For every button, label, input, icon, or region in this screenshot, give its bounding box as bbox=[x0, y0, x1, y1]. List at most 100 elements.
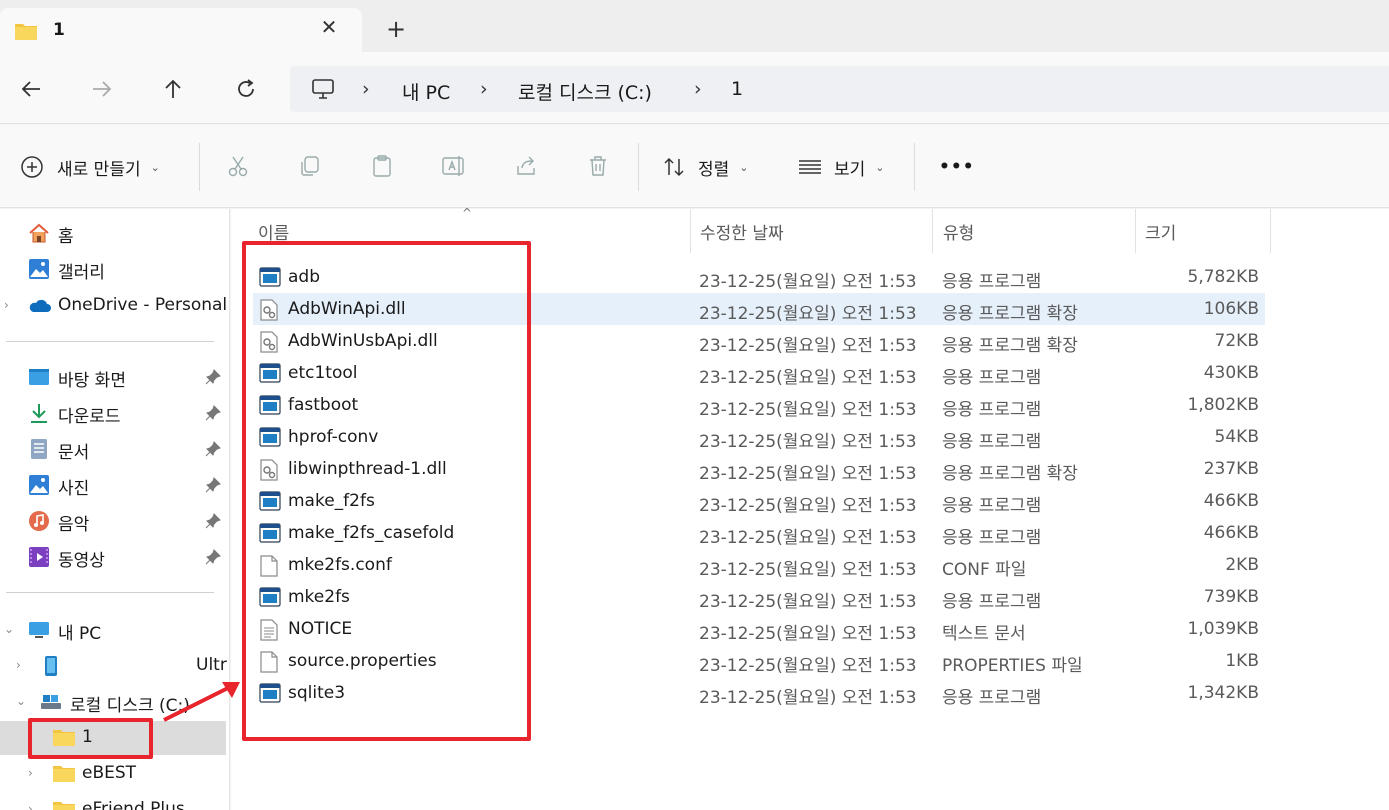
breadcrumb-local-disk[interactable]: 로컬 디스크 (C:) bbox=[518, 78, 652, 105]
file-type: 응용 프로그램 bbox=[942, 688, 1042, 708]
new-tab-button[interactable]: + bbox=[384, 17, 408, 41]
new-button[interactable]: 새로 만들기 ⌄ bbox=[20, 153, 160, 181]
pin-icon[interactable] bbox=[205, 405, 221, 421]
column-divider[interactable] bbox=[1135, 209, 1136, 253]
rename-icon[interactable] bbox=[441, 153, 467, 179]
column-divider[interactable] bbox=[690, 209, 691, 253]
chevron-right-icon[interactable]: › bbox=[28, 802, 33, 810]
view-button[interactable]: 보기 ⌄ bbox=[797, 153, 885, 181]
file-date: 23-12-25(월요일) 오전 1:53 bbox=[699, 432, 917, 452]
chevron-down-icon[interactable]: ⌄ bbox=[4, 622, 14, 636]
chevron-right-icon[interactable]: › bbox=[16, 658, 21, 672]
folder-icon bbox=[14, 21, 38, 45]
tab-current-folder[interactable]: 1 ✕ bbox=[0, 8, 362, 52]
chevron-down-icon: ⌄ bbox=[739, 160, 749, 174]
sidebar-item-my-pc[interactable]: ⌄ 내 PC bbox=[0, 613, 229, 647]
file-date: 23-12-25(월요일) 오전 1:53 bbox=[699, 688, 917, 708]
column-header-size[interactable]: 크기 bbox=[1145, 209, 1176, 253]
file-type: 응용 프로그램 확장 bbox=[942, 304, 1078, 324]
file-size: 1,802KB bbox=[1187, 395, 1259, 415]
pictures-icon bbox=[28, 474, 50, 496]
column-divider[interactable] bbox=[932, 209, 933, 253]
refresh-icon[interactable] bbox=[233, 76, 259, 102]
breadcrumb-separator: › bbox=[480, 78, 488, 100]
new-button-label: 새로 만들기 bbox=[57, 159, 141, 180]
divider bbox=[914, 143, 915, 191]
chevron-down-icon[interactable]: ⌄ bbox=[16, 694, 26, 708]
file-type: 응용 프로그램 bbox=[942, 400, 1042, 420]
column-divider[interactable] bbox=[1270, 209, 1271, 253]
file-type: 응용 프로그램 bbox=[942, 368, 1042, 388]
sidebar-item-desktop[interactable]: 바탕 화면 bbox=[0, 360, 229, 394]
chevron-right-icon[interactable]: › bbox=[4, 298, 9, 312]
view-list-icon bbox=[799, 160, 821, 174]
sidebar-item-gallery[interactable]: 갤러리 bbox=[0, 252, 229, 286]
sidebar-item-documents[interactable]: 문서 bbox=[0, 432, 229, 466]
sidebar-item-home[interactable]: 홈 bbox=[0, 216, 229, 250]
gallery-icon bbox=[28, 258, 50, 280]
close-tab-icon[interactable]: ✕ bbox=[318, 16, 340, 38]
breadcrumb-my-pc[interactable]: 내 PC bbox=[402, 78, 450, 105]
file-size: 2KB bbox=[1225, 555, 1259, 575]
up-icon[interactable] bbox=[160, 76, 186, 102]
video-icon bbox=[28, 546, 50, 568]
file-date: 23-12-25(월요일) 오전 1:53 bbox=[699, 304, 917, 324]
sidebar-item-downloads[interactable]: 다운로드 bbox=[0, 396, 229, 430]
sidebar-item-ebest[interactable]: › eBEST bbox=[0, 757, 229, 791]
chevron-right-icon[interactable]: › bbox=[28, 766, 33, 780]
pin-icon[interactable] bbox=[205, 369, 221, 385]
file-type: 응용 프로그램 bbox=[942, 272, 1042, 292]
file-date: 23-12-25(월요일) 오전 1:53 bbox=[699, 624, 917, 644]
more-options-button[interactable]: ••• bbox=[939, 153, 975, 181]
tab-bar: 1 ✕ + bbox=[0, 0, 1389, 52]
sort-ascending-icon: ^ bbox=[462, 206, 473, 220]
share-icon[interactable] bbox=[513, 153, 539, 179]
forward-icon[interactable] bbox=[89, 76, 115, 102]
divider bbox=[6, 592, 214, 593]
sidebar-item-label: 동영상 bbox=[58, 551, 105, 571]
file-size: 430KB bbox=[1203, 363, 1259, 383]
sort-button-label: 정렬 bbox=[698, 159, 730, 180]
sidebar-item-label: 내 PC bbox=[58, 624, 102, 644]
file-type: 응용 프로그램 bbox=[942, 592, 1042, 612]
breadcrumb-folder-1[interactable]: 1 bbox=[731, 78, 743, 100]
file-size: 739KB bbox=[1203, 587, 1259, 607]
file-size: 106KB bbox=[1203, 299, 1259, 319]
sidebar-item-music[interactable]: 음악 bbox=[0, 504, 229, 538]
pc-icon bbox=[28, 619, 50, 641]
drive-icon bbox=[40, 691, 62, 713]
sort-button[interactable]: 정렬 ⌄ bbox=[662, 153, 749, 181]
chevron-down-icon: ⌄ bbox=[875, 160, 885, 174]
address-bar[interactable]: › 내 PC › 로컬 디스크 (C:) › 1 bbox=[290, 66, 1389, 112]
sidebar-item-videos[interactable]: 동영상 bbox=[0, 540, 229, 574]
pin-icon[interactable] bbox=[205, 477, 221, 493]
column-header-type[interactable]: 유형 bbox=[943, 209, 974, 253]
pin-icon[interactable] bbox=[205, 549, 221, 565]
chevron-down-icon: ⌄ bbox=[150, 160, 160, 174]
column-header-date[interactable]: 수정한 날짜 bbox=[700, 209, 784, 253]
annotation-box bbox=[28, 718, 153, 759]
sidebar-item-label: Ultr bbox=[196, 655, 227, 675]
pc-icon bbox=[311, 78, 335, 104]
phone-icon bbox=[43, 655, 65, 677]
sidebar-item-label: 다운로드 bbox=[58, 407, 121, 427]
sidebar-item-label: eFriend Plus bbox=[82, 799, 185, 810]
sidebar-item-onedrive[interactable]: › OneDrive - Personal bbox=[0, 289, 229, 323]
file-date: 23-12-25(월요일) 오전 1:53 bbox=[699, 336, 917, 356]
tab-title: 1 bbox=[53, 20, 65, 40]
home-icon bbox=[28, 222, 50, 244]
sidebar-item-efriend-plus[interactable]: › eFriend Plus bbox=[0, 793, 229, 810]
copy-icon[interactable] bbox=[297, 153, 323, 179]
breadcrumb-separator: › bbox=[362, 78, 370, 100]
file-date: 23-12-25(월요일) 오전 1:53 bbox=[699, 496, 917, 516]
sidebar-item-pictures[interactable]: 사진 bbox=[0, 468, 229, 502]
annotation-box bbox=[242, 241, 531, 741]
pin-icon[interactable] bbox=[205, 441, 221, 457]
sort-icon bbox=[664, 157, 684, 177]
paste-icon[interactable] bbox=[369, 153, 395, 179]
cut-icon[interactable] bbox=[225, 153, 251, 179]
back-icon[interactable] bbox=[18, 76, 44, 102]
file-date: 23-12-25(월요일) 오전 1:53 bbox=[699, 592, 917, 612]
delete-icon[interactable] bbox=[585, 153, 611, 179]
pin-icon[interactable] bbox=[205, 513, 221, 529]
